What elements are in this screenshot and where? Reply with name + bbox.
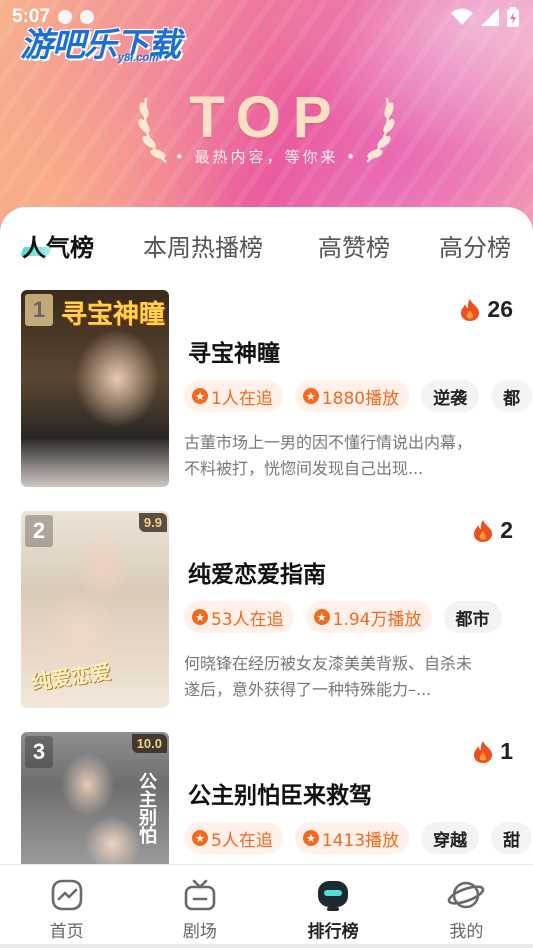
genre-tag[interactable]: 逆袭 [421, 380, 480, 412]
home-chart-icon [51, 879, 82, 911]
heat-count: 2 [500, 517, 513, 543]
item-title[interactable]: 公主别怕臣来救驾 [188, 776, 372, 810]
genre-tag[interactable]: 穿越 [421, 822, 480, 854]
star-icon: ★ [302, 388, 319, 404]
nav-ranking[interactable]: 排行榜 [267, 865, 400, 948]
nav-label: 排行榜 [307, 922, 359, 942]
rank-badge: 2 [25, 515, 53, 547]
rank-badge: 1 [25, 294, 53, 326]
bottom-nav: 首页 剧场 排行榜 我的 [0, 864, 533, 948]
play-count: 1413播放 [321, 830, 400, 851]
follow-count: 5人在追 [211, 830, 273, 851]
genre-tag[interactable]: 都 [491, 380, 533, 412]
nav-home[interactable]: 首页 [0, 865, 133, 948]
tab-weekly-hot[interactable]: 本周热播榜 [143, 228, 263, 263]
site-logo-domain: y8l.com [118, 52, 159, 64]
heat-indicator: 1 [472, 738, 513, 765]
follow-count-pill: ★ 1人在追 [184, 380, 283, 412]
item-description: 何晓锋在经历被女友漆美美背叛、自杀未遂后，意外获得了一种特殊能力–... [184, 654, 473, 699]
nav-label: 我的 [449, 922, 484, 942]
star-icon: ★ [302, 830, 319, 846]
nav-label: 剧场 [182, 922, 217, 942]
item-description: 古董市场上一男的因不懂行情说出内幕，不料被打，恍惚间发现自己出现... [184, 433, 473, 478]
poster-title-art: 寻宝神瞳 [61, 300, 166, 330]
item-tags: ★ 5人在追 ★ 1413播放 穿越 甜 [184, 822, 533, 854]
play-count: 1.94万播放 [332, 609, 422, 630]
flame-icon [461, 298, 480, 321]
nav-label: 首页 [49, 922, 84, 942]
play-count: 1880播放 [321, 388, 400, 409]
system-home-bar [0, 944, 533, 948]
follow-count-pill: ★ 5人在追 [184, 822, 283, 854]
rating-badge: 10.0 [131, 734, 167, 753]
genre-tag[interactable]: 甜 [491, 822, 533, 854]
banner-subtitle: • 最热内容，等你来 • [174, 148, 359, 166]
play-count-pill: ★ 1880播放 [294, 380, 410, 412]
flame-icon [474, 740, 493, 763]
banner-title: TOP [189, 85, 344, 150]
heat-indicator: 26 [459, 296, 513, 323]
list-item[interactable]: 2 9.9 纯爱恋爱 2 纯爱恋爱指南 ★ 53人在追 ★ 1.94万播放 都市 何… [0, 511, 533, 711]
poster-image[interactable]: 1 寻宝神瞳 [21, 290, 169, 487]
heat-indicator: 2 [472, 517, 513, 544]
ranking-icon [318, 881, 349, 911]
nav-theater[interactable]: 剧场 [133, 865, 266, 948]
item-title[interactable]: 寻宝神瞳 [188, 334, 280, 368]
star-icon: ★ [192, 609, 208, 625]
tab-most-liked[interactable]: 高赞榜 [318, 228, 390, 263]
poster-title-art: 纯爱恋爱 [29, 659, 113, 695]
tab-popularity[interactable]: 人气榜 [22, 228, 94, 263]
follow-count: 1人在追 [211, 388, 273, 409]
tab-top-rated[interactable]: 高分榜 [439, 228, 511, 263]
tv-icon [184, 879, 216, 911]
follow-count-pill: ★ 53人在追 [184, 601, 294, 633]
nav-profile[interactable]: 我的 [400, 865, 533, 948]
item-tags: ★ 53人在追 ★ 1.94万播放 都市 [184, 601, 502, 633]
heat-count: 26 [487, 296, 513, 322]
play-count-pill: ★ 1413播放 [294, 822, 410, 854]
follow-count: 53人在追 [211, 609, 284, 630]
list-item[interactable]: 1 寻宝神瞳 26 寻宝神瞳 ★ 1人在追 ★ 1880播放 逆袭 都 古董市场上一… [0, 290, 533, 490]
battery-icon [507, 7, 519, 27]
star-icon: ★ [313, 609, 330, 625]
rating-badge: 9.9 [138, 513, 167, 532]
item-tags: ★ 1人在追 ★ 1880播放 逆袭 都 [184, 380, 533, 412]
item-title[interactable]: 纯爱恋爱指南 [188, 555, 326, 589]
flame-icon [474, 519, 493, 542]
play-count-pill: ★ 1.94万播放 [305, 601, 432, 633]
planet-icon [448, 881, 485, 909]
signal-icon [481, 8, 499, 26]
star-icon: ★ [192, 830, 208, 846]
star-icon: ★ [192, 388, 208, 404]
poster-image[interactable]: 2 9.9 纯爱恋爱 [21, 511, 169, 708]
rank-badge: 3 [25, 736, 53, 768]
heat-count: 1 [500, 738, 513, 764]
poster-title-art: 公主别怕 [136, 772, 157, 844]
wifi-icon [451, 8, 473, 25]
genre-tag[interactable]: 都市 [443, 601, 502, 633]
poster-image[interactable]: 3 10.0 公主别怕 [21, 732, 169, 864]
